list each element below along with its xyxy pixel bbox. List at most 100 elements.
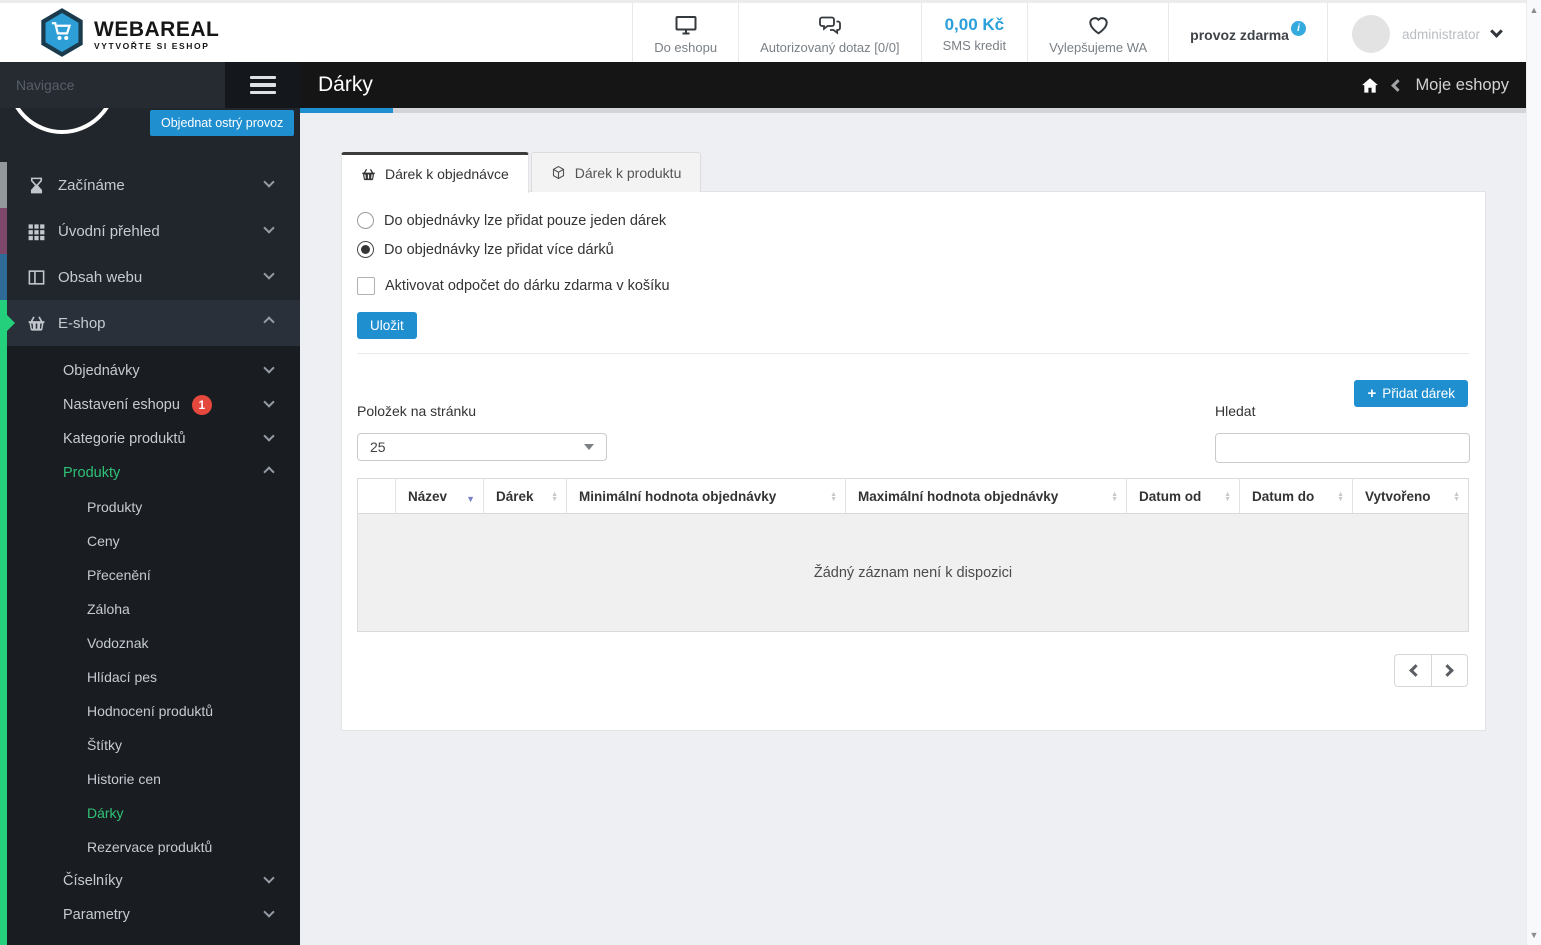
sidebar-body: Objednat ostrý provoz Začínáme Úvodní př… xyxy=(0,108,300,945)
radio-multiple-gifts[interactable] xyxy=(357,241,374,258)
do-eshopu-button[interactable]: Do eshopu xyxy=(632,3,738,65)
sidebar-item-vodoznak[interactable]: Vodoznak xyxy=(0,626,300,660)
empty-state-text: Žádný záznam není k dispozici xyxy=(357,513,1469,632)
column-label: Datum do xyxy=(1252,488,1315,504)
sidebar-item-produkty[interactable]: Produkty xyxy=(0,490,300,524)
sidebar-item-zaloha[interactable]: Záloha xyxy=(0,592,300,626)
sidebar-item-stitky[interactable]: Štítky xyxy=(0,728,300,762)
sidebar-item-label: Historie cen xyxy=(87,771,161,787)
sidebar-item-produkty-parent[interactable]: Produkty xyxy=(0,456,300,490)
autorizovany-dotaz-button[interactable]: Autorizovaný dotaz [0/0] xyxy=(738,3,920,65)
sidebar-item-ceny[interactable]: Ceny xyxy=(0,524,300,558)
sidebar-item-parametry[interactable]: Parametry xyxy=(0,898,300,932)
column-max-hodnota[interactable]: Maximální hodnota objednávky ▲ ▼ xyxy=(845,478,1127,514)
checkbox-row-discount: Aktivovat odpočet do dárku zdarma v koší… xyxy=(357,277,670,295)
sidebar-item-ciselniky[interactable]: Číselníky xyxy=(0,864,300,898)
avatar xyxy=(1351,15,1390,53)
sort-icon[interactable]: ▲ ▼ xyxy=(551,491,558,503)
monitor-icon xyxy=(673,13,699,37)
search-label: Hledat xyxy=(1215,403,1256,419)
column-nazev[interactable]: Název ▼ xyxy=(395,478,484,514)
vylepsujeme-wa-button[interactable]: Vylepšujeme WA xyxy=(1027,3,1168,65)
basket-icon xyxy=(361,167,376,182)
sidebar-item-label: Nastavení eshopu xyxy=(63,397,180,413)
page-scrollbar[interactable]: ▲ ▼ xyxy=(1526,0,1541,945)
scroll-up-icon[interactable]: ▲ xyxy=(1527,5,1541,15)
sidebar-item-preceneni[interactable]: Přecenění xyxy=(0,558,300,592)
chevron-up-icon xyxy=(263,316,275,328)
home-icon[interactable] xyxy=(1360,76,1380,95)
sms-kredit[interactable]: 0,00 Kč SMS kredit xyxy=(920,3,1028,65)
chevron-down-icon xyxy=(263,268,275,280)
table-search-input[interactable] xyxy=(1215,433,1470,463)
column-label: Dárek xyxy=(496,488,534,504)
order-live-button[interactable]: Objednat ostrý provoz xyxy=(150,110,295,136)
sidebar-item-eshop[interactable]: E-shop xyxy=(0,300,300,346)
column-label: Vytvořeno xyxy=(1365,488,1431,504)
checkbox-free-gift-discount-label: Aktivovat odpočet do dárku zdarma v koší… xyxy=(385,278,670,294)
tab-label: Dárek k objednávce xyxy=(385,166,509,182)
sidebar-item-label: Hodnocení produktů xyxy=(87,703,214,719)
sidebar-item-label: Úvodní přehled xyxy=(58,222,160,240)
column-darek[interactable]: Dárek ▲ ▼ xyxy=(483,478,567,514)
chevron-down-icon xyxy=(263,872,275,884)
eshop-submenu: Objednávky Nastavení eshopu 1 Kategorie … xyxy=(0,346,300,945)
radio-single-gift[interactable] xyxy=(357,212,374,229)
sidebar-item-zaciname[interactable]: Začínáme xyxy=(0,162,300,208)
sidebar-item-nastaveni-eshopu[interactable]: Nastavení eshopu 1 xyxy=(0,388,300,422)
column-vytvoreno[interactable]: Vytvořeno ▲ ▼ xyxy=(1352,478,1469,514)
scroll-down-icon[interactable]: ▼ xyxy=(1527,930,1541,940)
sidebar-menu: Začínáme Úvodní přehled Obsah webu E-sho… xyxy=(0,162,300,945)
chevron-down-icon xyxy=(263,396,275,408)
sidebar-item-label: Ceny xyxy=(87,533,120,549)
save-button[interactable]: Uložit xyxy=(357,312,417,339)
user-menu[interactable]: administrator xyxy=(1326,3,1525,65)
sidebar-search-input[interactable] xyxy=(0,62,225,108)
per-page-select[interactable]: 25 xyxy=(357,433,607,461)
sidebar-item-label: Obsah webu xyxy=(58,268,143,286)
hourglass-icon xyxy=(27,176,46,195)
webareal-logo[interactable]: WEBAREAL VYTVOŘTE SI ESHOP xyxy=(40,8,219,62)
add-gift-button[interactable]: + Přidat dárek xyxy=(1354,380,1468,407)
column-datum-od[interactable]: Datum od ▲ ▼ xyxy=(1126,478,1240,514)
sort-icon[interactable]: ▲ ▼ xyxy=(1337,491,1344,503)
sidebar-item-label: Parametry xyxy=(63,907,130,923)
sidebar-item-hlidaci-pes[interactable]: Hlídací pes xyxy=(0,660,300,694)
chevron-up-icon xyxy=(263,466,275,478)
hamburger-menu-icon[interactable] xyxy=(225,62,300,108)
pagination xyxy=(1394,654,1468,687)
column-datum-do[interactable]: Datum do ▲ ▼ xyxy=(1239,478,1353,514)
divider xyxy=(357,353,1469,354)
sort-icon[interactable]: ▲ ▼ xyxy=(1224,491,1231,503)
chevron-left-icon xyxy=(1391,78,1405,92)
sort-icon[interactable]: ▲ ▼ xyxy=(1453,491,1460,503)
sort-icon[interactable]: ▲ ▼ xyxy=(1111,491,1118,503)
sort-icon[interactable]: ▲ ▼ xyxy=(830,491,837,503)
chevron-down-icon xyxy=(1490,25,1503,38)
sidebar-item-obsah-webu[interactable]: Obsah webu xyxy=(0,254,300,300)
sidebar-item-darky[interactable]: Dárky xyxy=(0,796,300,830)
breadcrumb-link[interactable]: Moje eshopy xyxy=(1415,76,1509,95)
sidebar-item-hodnoceni-produktu[interactable]: Hodnocení produktů xyxy=(0,694,300,728)
sidebar-item-label: Začínáme xyxy=(58,176,125,194)
sidebar-item-label: Přecenění xyxy=(87,567,151,583)
column-min-hodnota[interactable]: Minimální hodnota objednávky ▲ ▼ xyxy=(566,478,846,514)
sidebar-item-kategorie-produktu[interactable]: Kategorie produktů xyxy=(0,422,300,456)
prev-page-button[interactable] xyxy=(1394,654,1431,687)
header-items: Do eshopu Autorizovaný dotaz [0/0] 0,00 … xyxy=(632,3,1525,65)
column-select xyxy=(357,478,396,514)
checkbox-free-gift-discount[interactable] xyxy=(357,277,375,295)
provoz-zdarma[interactable]: provoz zdarma i xyxy=(1168,3,1327,65)
sidebar-item-objednavky[interactable]: Objednávky xyxy=(0,354,300,388)
chevron-down-icon xyxy=(263,362,275,374)
sidebar-item-historie-cen[interactable]: Historie cen xyxy=(0,762,300,796)
tab-darek-k-produktu[interactable]: Dárek k produktu xyxy=(530,152,702,192)
tab-darek-k-objednavce[interactable]: Dárek k objednávce xyxy=(341,152,529,193)
next-page-button[interactable] xyxy=(1431,654,1468,687)
sort-desc-icon[interactable]: ▼ xyxy=(466,494,475,504)
radio-single-gift-label: Do objednávky lze přidat pouze jeden dár… xyxy=(384,212,667,229)
sidebar-item-uvodni-prehled[interactable]: Úvodní přehled xyxy=(0,208,300,254)
page-title: Dárky xyxy=(318,73,373,96)
sidebar-item-rezervace-produktu[interactable]: Rezervace produktů xyxy=(0,830,300,864)
info-icon[interactable]: i xyxy=(1290,21,1306,36)
